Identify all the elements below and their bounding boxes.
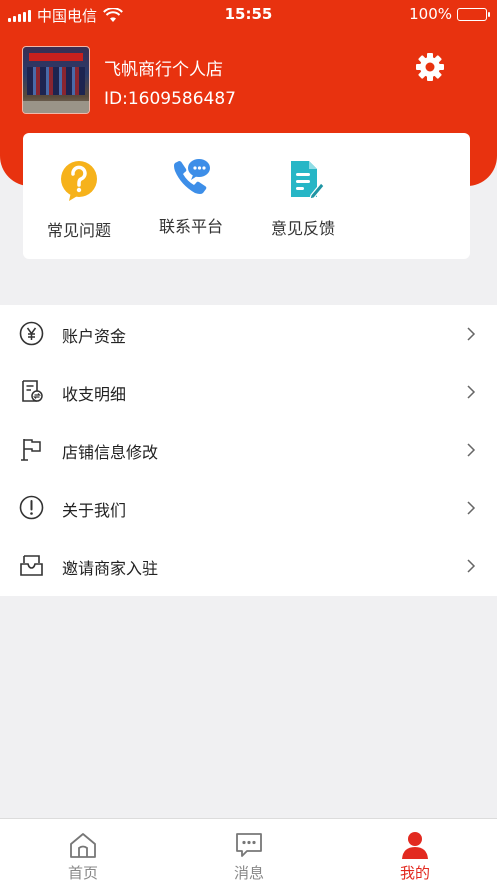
chevron-right-icon xyxy=(467,501,476,515)
menu-list: 账户资金 收支明细 店铺信息修改 关于我们 邀请商家入驻 xyxy=(0,305,497,596)
shop-avatar[interactable] xyxy=(22,46,90,114)
menu-item-label: 关于我们 xyxy=(62,501,127,520)
chevron-right-icon xyxy=(467,443,476,457)
shop-id: ID:1609586487 xyxy=(104,89,236,109)
settings-gear-icon[interactable] xyxy=(414,51,446,83)
feedback-doc-icon xyxy=(291,161,325,200)
bill-exchange-icon xyxy=(22,380,43,402)
home-icon xyxy=(70,833,96,858)
battery-icon xyxy=(457,7,490,21)
chevron-right-icon xyxy=(467,327,476,341)
flag-icon xyxy=(21,439,41,461)
menu-item-invite-merchants[interactable]: 邀请商家入驻 xyxy=(0,537,497,595)
menu-item-label: 账户资金 xyxy=(62,327,127,346)
tab-messages[interactable]: 消息 xyxy=(166,819,332,884)
person-icon xyxy=(402,832,428,859)
tab-home[interactable]: 首页 xyxy=(0,819,166,884)
info-exclamation-icon xyxy=(19,495,44,520)
menu-item-label: 邀请商家入驻 xyxy=(62,559,159,578)
question-bubble-icon xyxy=(61,161,97,201)
message-icon xyxy=(236,833,262,857)
quick-action-contact[interactable]: 联系平台 xyxy=(135,133,247,259)
tab-label: 首页 xyxy=(67,864,98,882)
menu-item-label: 店铺信息修改 xyxy=(62,443,159,462)
phone-chat-icon xyxy=(174,159,210,194)
bottom-tab-bar: 首页 消息 我的 xyxy=(0,818,497,884)
menu-item-income-expense[interactable]: 收支明细 xyxy=(0,363,497,421)
quick-action-faq[interactable]: 常见问题 xyxy=(23,133,135,259)
menu-item-label: 收支明细 xyxy=(62,385,127,404)
quick-action-faq-label: 常见问题 xyxy=(46,221,111,240)
quick-action-feedback-label: 意见反馈 xyxy=(270,219,335,238)
battery-percent: 100% xyxy=(409,5,452,23)
tab-label: 我的 xyxy=(399,864,430,882)
chevron-right-icon xyxy=(467,385,476,399)
status-bar: 中国电信 15:55 100% xyxy=(0,0,497,28)
tab-label: 消息 xyxy=(233,864,264,882)
quick-actions-card: 常见问题 联系平台 意见反馈 xyxy=(23,133,470,259)
menu-item-edit-store-info[interactable]: 店铺信息修改 xyxy=(0,421,497,479)
shop-name: 飞帆商行个人店 xyxy=(104,60,223,80)
menu-item-account-funds[interactable]: 账户资金 xyxy=(0,305,497,363)
yen-circle-icon xyxy=(19,321,44,346)
quick-action-feedback[interactable]: 意见反馈 xyxy=(247,133,359,259)
inbox-icon xyxy=(20,555,43,576)
tab-mine[interactable]: 我的 xyxy=(332,819,497,884)
menu-item-about-us[interactable]: 关于我们 xyxy=(0,479,497,537)
chevron-right-icon xyxy=(467,559,476,573)
quick-action-contact-label: 联系平台 xyxy=(158,217,223,236)
